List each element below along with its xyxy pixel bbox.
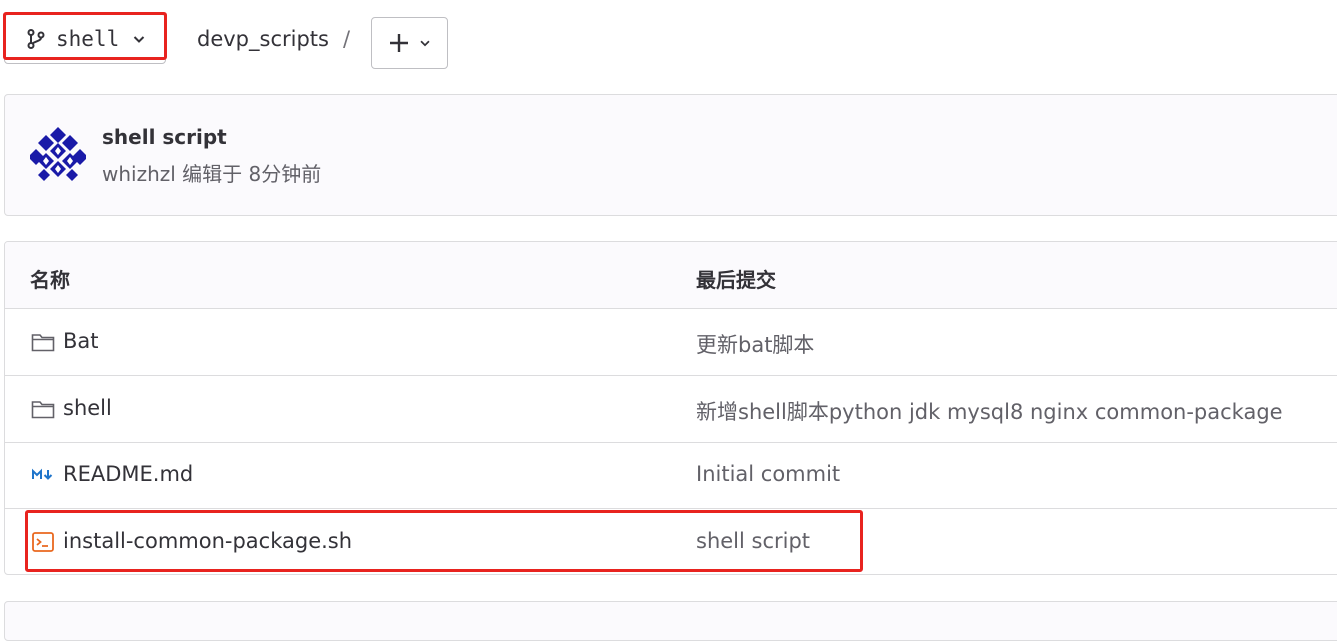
readme-card [4,601,1337,641]
plus-icon [388,32,410,54]
table-header: 名称 最后提交 [5,242,1337,309]
breadcrumb-project-link[interactable]: devp_scripts [197,27,329,51]
repository-toolbar: shell devp_scripts / [0,0,1337,90]
last-commit-message[interactable]: Initial commit [696,462,840,486]
folder-icon [31,397,55,421]
file-name-link[interactable]: README.md [63,462,193,486]
branch-icon [25,28,47,50]
terminal-file-icon [31,530,55,554]
last-commit-card: shell script whizhzl 编辑于 8分钟前 [4,94,1337,216]
file-name-link[interactable]: Bat [63,329,99,353]
table-row[interactable]: shell 新增shell脚本python jdk mysql8 nginx c… [5,376,1337,443]
column-header-name: 名称 [30,268,70,292]
chevron-down-icon [418,36,432,50]
folder-icon [31,330,55,354]
identicon-avatar[interactable] [28,125,88,181]
commit-title-link[interactable]: shell script [102,125,227,149]
markdown-icon [31,463,55,487]
last-commit-message[interactable]: 新增shell脚本python jdk mysql8 nginx common-… [696,396,1283,426]
add-to-tree-button[interactable] [371,17,448,69]
file-tree-table: 名称 最后提交 Bat 更新bat脚本 shell 新增shell脚本pytho… [4,241,1337,575]
chevron-down-icon [131,31,147,47]
column-header-last-commit: 最后提交 [696,268,776,292]
last-commit-message[interactable]: 更新bat脚本 [696,329,814,359]
table-row[interactable]: Bat 更新bat脚本 [5,309,1337,376]
commit-author-meta: whizhzl 编辑于 8分钟前 [102,162,322,186]
branch-selector-button[interactable]: shell [4,14,166,64]
file-name-link[interactable]: install-common-package.sh [63,529,352,553]
breadcrumb-separator: / [343,27,351,51]
branch-name: shell [56,27,120,51]
file-name-link[interactable]: shell [63,396,112,420]
table-row[interactable]: README.md Initial commit [5,442,1337,509]
last-commit-message[interactable]: shell script [696,529,810,553]
table-row[interactable]: install-common-package.sh shell script [5,509,1337,574]
